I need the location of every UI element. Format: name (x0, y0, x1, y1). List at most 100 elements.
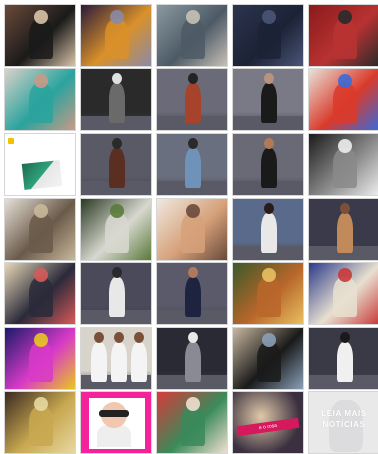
thumbnail-runway-white-tee[interactable] (308, 327, 378, 390)
model-head (264, 73, 274, 84)
photo-subject (29, 19, 53, 59)
thumbnail-runway-mesh-top[interactable] (232, 68, 304, 131)
thumbnail-geometric-frame[interactable] (4, 262, 76, 325)
headline-banner: e o rosa (236, 417, 300, 437)
photo-subject-head (34, 10, 48, 24)
thumbnail-building-green[interactable] (80, 198, 152, 261)
photo-subject-head (338, 10, 352, 24)
thumbnail-desert-woman[interactable] (232, 327, 304, 390)
model-figure (91, 342, 107, 382)
thumbnail-runway-red-jacket[interactable] (156, 68, 228, 131)
photo-subject-head (34, 204, 48, 218)
thumbnail-group-colorful[interactable] (308, 68, 378, 131)
photo-subject (333, 83, 357, 123)
sunglasses-icon (99, 410, 129, 417)
photo-subject-head (186, 204, 200, 218)
thumbnail-runway-black-dress[interactable] (232, 133, 304, 196)
photo-subject-head (262, 10, 276, 24)
thumbnail-burger[interactable] (232, 262, 304, 325)
thumbnail-neon-basket[interactable] (4, 327, 76, 390)
model-figure (109, 277, 125, 317)
model-figure (109, 83, 125, 123)
thumbnail-runway-white-suit[interactable] (80, 262, 152, 325)
model-figure (261, 83, 277, 123)
thumbnail-lying-models[interactable] (4, 68, 76, 131)
figure-body (97, 425, 131, 447)
photo-subject-head (34, 397, 48, 411)
model-figure (185, 83, 201, 123)
thumbnail-store-front[interactable] (4, 198, 76, 261)
photo-subject-head (110, 10, 124, 24)
image-gallery-grid: e o rosa LEIA MAIS NOTÍCIAS (0, 0, 378, 454)
photo-subject-head (338, 74, 352, 88)
photo-subject (29, 83, 53, 123)
thumbnail-sparkle-face[interactable] (156, 198, 228, 261)
thumbnail-app-card[interactable] (4, 133, 76, 196)
model-head (188, 138, 198, 149)
photo-subject (29, 342, 53, 382)
model-figure (337, 213, 353, 253)
photo-subject (29, 406, 53, 446)
photo-subject (333, 148, 357, 188)
thumbnail-runway-safari[interactable] (308, 198, 378, 261)
thumbnail-rosa-banner[interactable]: e o rosa (232, 391, 304, 454)
thumbnail-runway-denim[interactable] (156, 133, 228, 196)
photo-subject (29, 213, 53, 253)
thumbnail-still-life-blue[interactable] (308, 262, 378, 325)
photo-subject-head (186, 10, 200, 24)
thumbnail-blonde-gold[interactable] (4, 391, 76, 454)
app-logo-icon (8, 138, 14, 144)
photo-subject-head (186, 397, 200, 411)
model-head (112, 73, 122, 84)
model-head (94, 332, 104, 343)
thumbnail-street-runner[interactable] (156, 4, 228, 67)
model-head (188, 73, 198, 84)
read-more-news-text: LEIA MAIS NOTÍCIAS (321, 409, 367, 429)
photo-subject (257, 277, 281, 317)
model-head (134, 332, 144, 343)
photo-subject (257, 19, 281, 59)
thumbnail-runway-trio-white[interactable] (80, 327, 152, 390)
photo-subject (257, 342, 281, 382)
model-figure (185, 342, 201, 382)
photo-subject (181, 19, 205, 59)
model-head (188, 267, 198, 278)
thumbnail-staircase-man[interactable] (308, 4, 378, 67)
model-figure (261, 148, 277, 188)
model-head (340, 203, 350, 214)
thumbnail-runway-white-top[interactable] (232, 198, 304, 261)
photo-subject (181, 213, 205, 253)
model-figure (185, 277, 201, 317)
model-head (114, 332, 124, 343)
model-figure (261, 213, 277, 253)
photo-subject-head (338, 139, 352, 153)
thumbnail-runway-group-bw[interactable] (80, 68, 152, 131)
model-figure (109, 148, 125, 188)
thumbnail-planets-collage[interactable] (80, 4, 152, 67)
app-screenshot (21, 160, 63, 190)
model-head (188, 332, 198, 343)
photo-subject (29, 277, 53, 317)
photo-subject-head (34, 268, 48, 282)
photo-subject (105, 19, 129, 59)
thumbnail-pink-magazine[interactable] (80, 391, 152, 454)
model-head (264, 203, 274, 214)
photo-subject-head (34, 333, 48, 347)
photo-subject (105, 213, 129, 253)
model-figure (111, 342, 127, 382)
model-head (340, 332, 350, 343)
model-figure (185, 148, 201, 188)
thumbnail-runway-navy-dress[interactable] (156, 262, 228, 325)
thumbnail-dark-backpack[interactable] (232, 4, 304, 67)
thumbnail-runway-leather-coat[interactable] (80, 133, 152, 196)
photo-subject-head (34, 74, 48, 88)
thumbnail-runway-grey-coat[interactable] (156, 327, 228, 390)
photo-subject (181, 406, 205, 446)
photo-subject-head (110, 204, 124, 218)
thumbnail-palm-red[interactable] (156, 391, 228, 454)
photo-subject-head (262, 333, 276, 347)
photo-subject-head (262, 268, 276, 282)
thumbnail-leia-mais[interactable]: LEIA MAIS NOTÍCIAS (308, 391, 378, 454)
thumbnail-two-women-portrait[interactable] (4, 4, 76, 67)
thumbnail-smoke-tree-bw[interactable] (308, 133, 378, 196)
